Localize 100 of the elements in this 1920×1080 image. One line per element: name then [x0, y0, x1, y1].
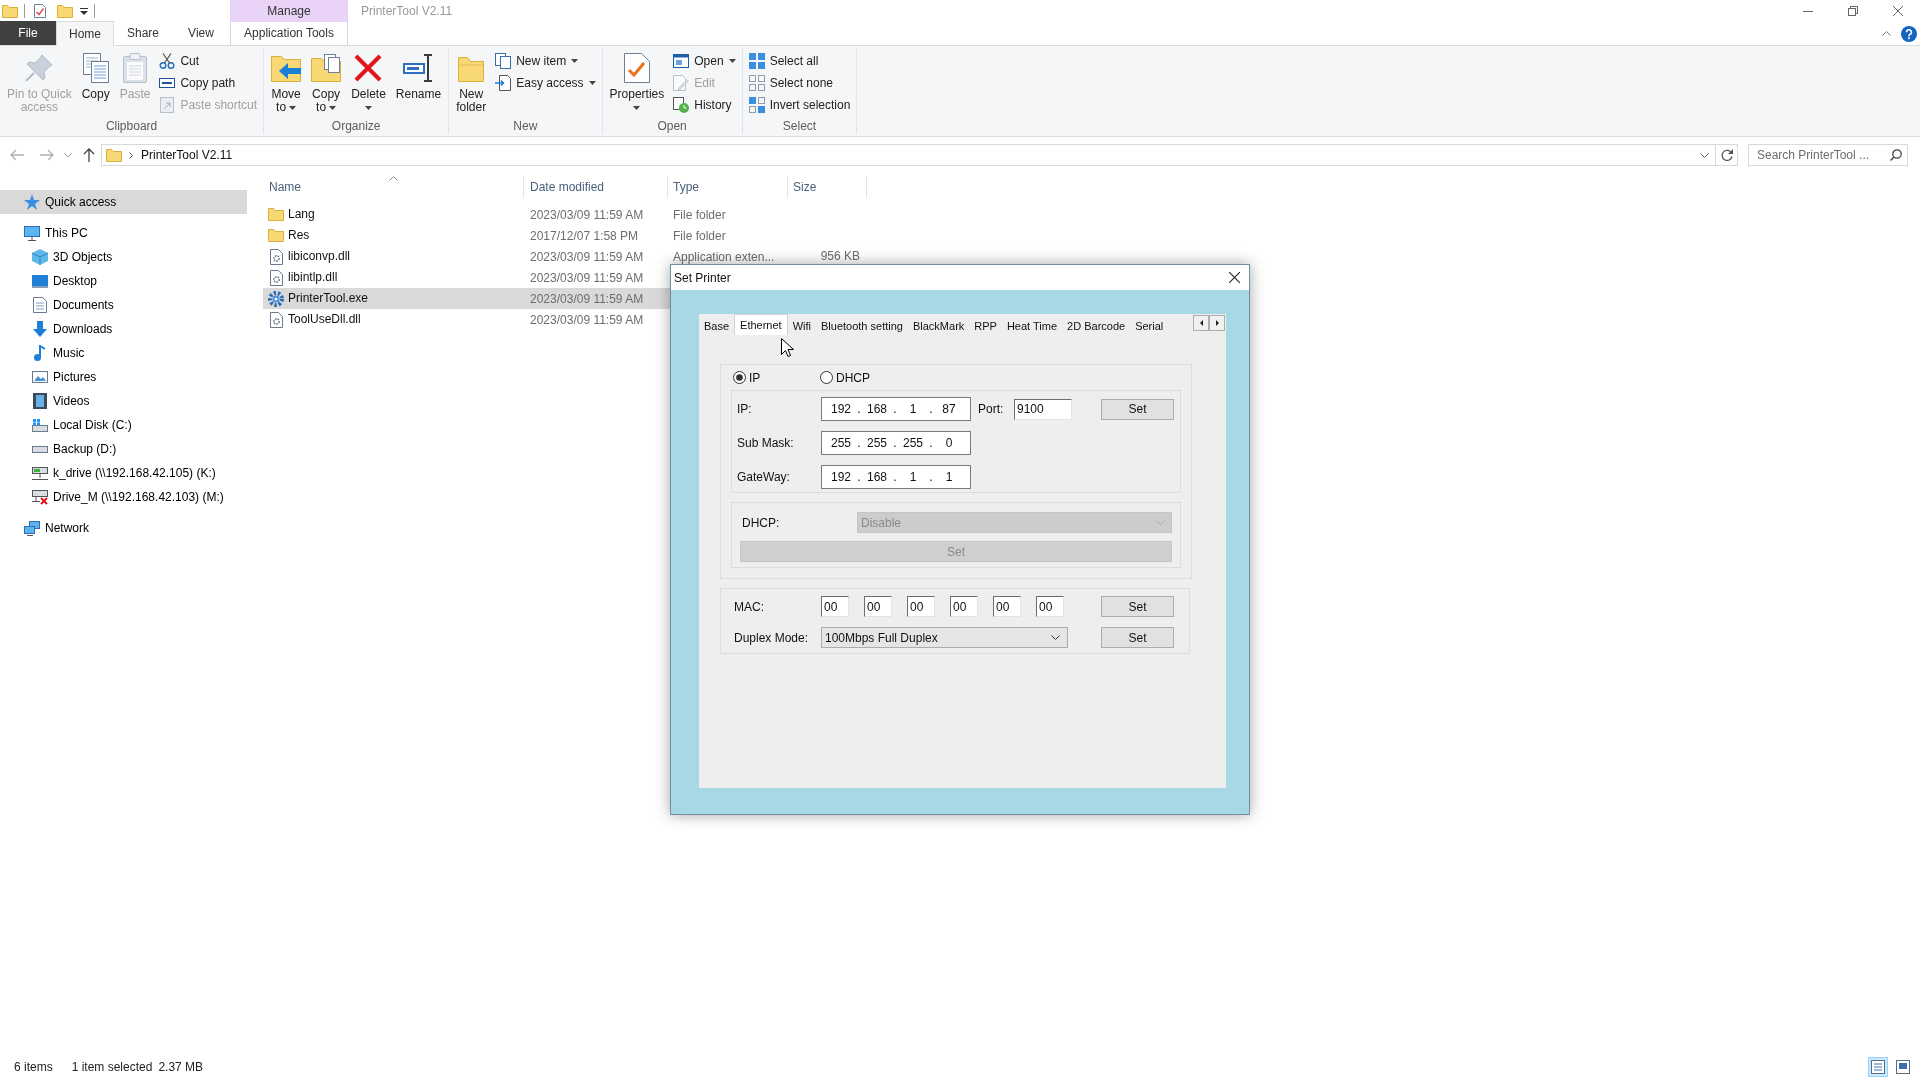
sidebar-item[interactable]: Backup (D:)	[0, 437, 247, 461]
ip-address-field[interactable]: 192 . 168 . 1 . 87	[821, 397, 971, 421]
duplex-dropdown[interactable]: 100Mbps Full Duplex	[821, 627, 1068, 648]
ribbon-tab[interactable]: Application Tools	[230, 21, 348, 45]
ribbon-tab[interactable]: Share	[114, 21, 172, 45]
port-field[interactable]: 9100	[1014, 398, 1072, 420]
ribbon-button[interactable]: New folder	[452, 48, 491, 118]
sidebar-item[interactable]: 3D Objects	[0, 245, 247, 269]
ribbon-button[interactable]: Select none	[745, 72, 854, 94]
folder-icon	[268, 208, 284, 221]
sidebar-item[interactable]: Network	[0, 516, 247, 540]
document-icon	[33, 297, 47, 313]
sidebar-item[interactable]: k_drive (\\192.168.42.105) (K:)	[0, 461, 247, 485]
refresh-button[interactable]	[1716, 144, 1738, 166]
dialog-tab[interactable]: 2D Barcode	[1062, 317, 1131, 335]
ribbon-button[interactable]: Properties	[605, 48, 669, 118]
mac-field[interactable]: 00	[821, 596, 849, 617]
sidebar-item[interactable]: Quick access	[0, 190, 247, 214]
mac-field[interactable]: 00	[1036, 596, 1064, 617]
document-check-icon	[623, 53, 650, 83]
set-button[interactable]: Set	[1101, 398, 1174, 420]
network-drive-icon	[32, 466, 48, 480]
mac-field[interactable]: 00	[907, 596, 935, 617]
sidebar-item[interactable]: Local Disk (C:)	[0, 413, 247, 437]
ribbon-button[interactable]: New item	[492, 50, 599, 72]
column-header[interactable]: Size	[788, 176, 867, 198]
sidebar-item[interactable]: Pictures	[0, 365, 247, 389]
details-view-icon	[1871, 1060, 1885, 1074]
group-label: New	[513, 119, 538, 133]
column-header[interactable]: Name	[263, 176, 524, 198]
ribbon-button[interactable]: Easy access	[492, 72, 599, 94]
dialog-tab[interactable]: BlackMark	[907, 317, 970, 335]
ribbon-button[interactable]: Delete	[347, 48, 390, 118]
ribbon-button[interactable]: Open	[670, 50, 739, 72]
ribbon-button[interactable]: Rename	[391, 48, 446, 118]
recent-locations-button[interactable]	[64, 152, 72, 158]
contextual-tab-header: Manage	[230, 0, 348, 22]
mac-field[interactable]: 00	[950, 596, 978, 617]
address-field[interactable]: PrinterTool V2.11	[101, 144, 1716, 166]
close-button[interactable]	[1229, 272, 1240, 283]
help-icon	[1901, 25, 1917, 42]
file-row[interactable]: Lang 2023/03/09 11:59 AM File folder	[263, 204, 867, 225]
path-bar-icon	[159, 78, 176, 88]
radio-button[interactable]: DHCP	[820, 368, 907, 387]
dialog-tab[interactable]: Wifi	[787, 317, 816, 335]
sidebar-item[interactable]: Documents	[0, 293, 247, 317]
ribbon-button[interactable]: Copy to	[307, 48, 346, 118]
up-button[interactable]	[83, 148, 95, 162]
breadcrumb-item[interactable]: PrinterTool V2.11	[141, 146, 233, 164]
tab-scroll-button[interactable]	[1209, 315, 1225, 331]
file-row[interactable]: libiconvp.dll 2023/03/09 11:59 AM Application exten... 956 KB	[263, 246, 867, 267]
ribbon-tab[interactable]: File	[0, 21, 56, 45]
dialog-tab[interactable]: Base	[699, 317, 735, 335]
file-row[interactable]: Res 2017/12/07 1:58 PM File folder	[263, 225, 867, 246]
sidebar-item[interactable]: This PC	[0, 221, 247, 245]
sidebar-item[interactable]: Desktop	[0, 269, 247, 293]
field-label: Port:	[978, 401, 1005, 418]
ip-address-field[interactable]: 192 . 168 . 1 . 1	[821, 465, 971, 489]
ribbon-tab[interactable]: Home	[56, 21, 114, 46]
search-field[interactable]: Search PrinterTool ...	[1748, 144, 1908, 166]
window-title: PrinterTool V2.11	[361, 3, 453, 20]
date-modified: 2023/03/09 11:59 AM	[530, 270, 644, 285]
dialog-tab[interactable]: Heat Time	[1001, 317, 1063, 335]
ip-address-field[interactable]: 255 . 255 . 255 . 0	[821, 431, 971, 455]
ribbon-button[interactable]: Select all	[745, 50, 854, 72]
folder-icon	[2, 4, 18, 18]
group-label: Clipboard	[105, 119, 158, 133]
right-arrow-icon	[40, 149, 54, 161]
cursor-icon	[781, 338, 794, 357]
date-modified: 2023/03/09 11:59 AM	[530, 249, 644, 264]
file-name: libintlp.dll	[288, 271, 338, 284]
view-button[interactable]	[1893, 1057, 1913, 1077]
ribbon-tab[interactable]: View	[172, 21, 230, 45]
dialog-tab[interactable]: Ethernet	[734, 314, 788, 335]
view-button[interactable]	[1868, 1057, 1888, 1077]
sidebar-item[interactable]: Music	[0, 341, 247, 365]
ribbon-button[interactable]: History	[670, 94, 739, 116]
dialog-tab[interactable]: Serial	[1130, 317, 1169, 335]
mac-field[interactable]: 00	[864, 596, 892, 617]
ribbon-button[interactable]: Copy	[77, 48, 114, 118]
sidebar-item[interactable]: Downloads	[0, 317, 247, 341]
column-header[interactable]: Type	[668, 176, 788, 198]
tab-scroll-button[interactable]	[1193, 315, 1209, 331]
ribbon-button[interactable]: Copy path	[156, 72, 261, 94]
ribbon-button[interactable]: Invert selection	[745, 94, 854, 116]
sidebar-item[interactable]: Videos	[0, 389, 247, 413]
set-button[interactable]: Set	[1101, 627, 1174, 648]
ribbon-button[interactable]: Move to	[267, 48, 306, 118]
mac-field[interactable]: 00	[993, 596, 1021, 617]
dialog-tab[interactable]: RPP	[969, 317, 1002, 335]
pencil-icon	[673, 75, 690, 91]
sidebar-item[interactable]: Drive_M (\\192.168.42.103) (M:)	[0, 485, 247, 509]
shortcut-icon	[160, 97, 175, 113]
dialog-tab[interactable]: Bluetooth setting	[816, 317, 908, 335]
document-gear-icon	[269, 311, 283, 328]
column-header[interactable]: Date modified	[524, 176, 668, 198]
documents-icon	[82, 53, 109, 83]
set-button[interactable]: Set	[1101, 596, 1174, 617]
radio-button[interactable]: IP	[733, 368, 820, 387]
ribbon-button[interactable]: Cut	[156, 50, 261, 72]
